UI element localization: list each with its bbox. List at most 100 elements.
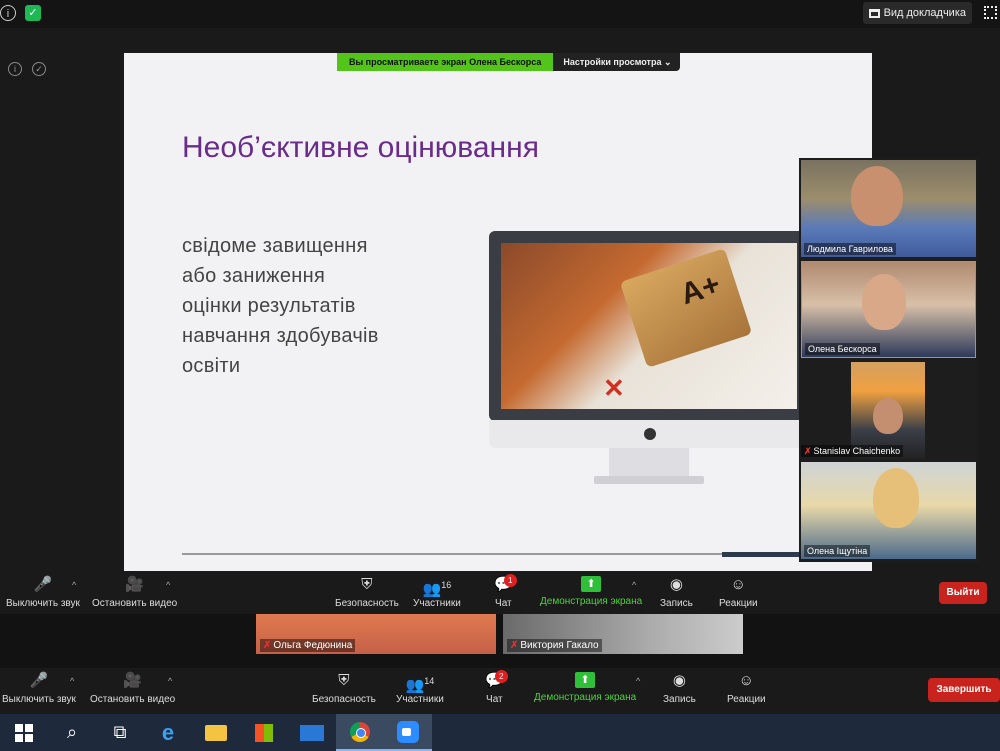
chat-label: Чат bbox=[486, 694, 503, 705]
reactions-label: Реакции bbox=[719, 598, 758, 609]
leave-button[interactable]: Выйти bbox=[939, 582, 987, 604]
end-meeting-button[interactable]: Завершить bbox=[928, 678, 1000, 702]
chat-button[interactable]: 💬 2 Чат bbox=[485, 670, 508, 705]
meeting-toolbar-upper: 🎤 Выключить звук ^ 🎥 Остановить видео ^ … bbox=[0, 572, 1000, 614]
audio-options-caret[interactable]: ^ bbox=[72, 580, 76, 590]
chrome-taskbar-button[interactable] bbox=[336, 714, 384, 751]
view-settings-button[interactable]: Настройки просмотра ⌄ bbox=[553, 53, 680, 71]
security-button[interactable]: ⛨ Безопасность bbox=[335, 576, 399, 609]
security-label: Безопасность bbox=[335, 598, 399, 609]
record-label: Запись bbox=[663, 694, 696, 705]
participant-face bbox=[873, 468, 919, 528]
mic-icon: 🎤 bbox=[33, 576, 53, 593]
chat-button[interactable]: 💬 1 Чат bbox=[494, 574, 517, 609]
mic-muted-icon: ✗ bbox=[510, 640, 519, 651]
chat-icon: 💬 2 bbox=[485, 670, 508, 690]
edge-browser-icon: e bbox=[161, 719, 175, 745]
stop-video-label: Остановить видео bbox=[92, 598, 178, 609]
mute-button[interactable]: 🎤 Выключить звук bbox=[6, 576, 80, 609]
record-button[interactable]: ◉ Запись bbox=[663, 672, 696, 705]
speaker-view-label: Вид докладчика bbox=[883, 7, 966, 19]
zoom-app-icon bbox=[397, 720, 419, 743]
participant-name: ✗ Ольга Федюнина bbox=[260, 639, 356, 652]
security-shield-icon[interactable]: ✓ bbox=[32, 62, 46, 76]
chat-unread-badge: 1 bbox=[503, 574, 517, 587]
slide-body: свідоме завищення або заниження оцінки р… bbox=[182, 231, 482, 381]
slide-body-line: освіти bbox=[182, 355, 241, 377]
meeting-info-icon[interactable]: i bbox=[8, 62, 22, 76]
chat-unread-badge: 2 bbox=[494, 670, 508, 683]
video-options-caret[interactable]: ^ bbox=[168, 676, 172, 686]
mail-taskbar-button[interactable] bbox=[288, 714, 336, 751]
share-screen-button[interactable]: ⬆ Демонстрация экрана bbox=[540, 576, 642, 607]
reactions-icon: ☺ bbox=[730, 576, 746, 593]
folder-icon bbox=[205, 724, 227, 741]
participants-icon: 👥16 bbox=[422, 580, 452, 598]
participant-thumbnail[interactable]: ✗ Виктория Гакало bbox=[503, 614, 743, 654]
participants-label: Участники bbox=[396, 694, 444, 705]
participant-face bbox=[862, 274, 906, 330]
video-options-caret[interactable]: ^ bbox=[166, 580, 170, 590]
slide-footer-line bbox=[182, 553, 722, 555]
participant-tile[interactable]: Олена Іщутіна bbox=[801, 462, 976, 559]
participant-thumbnail[interactable]: ✗ Ольга Федюнина bbox=[256, 614, 496, 654]
participant-name: ✗ Stanislav Chaichenko bbox=[801, 445, 904, 457]
participants-button[interactable]: 👥16 Участники bbox=[413, 576, 461, 609]
zoom-window: i ✓ Вид докладчика i ✓ Вы просматриваете… bbox=[0, 0, 1000, 751]
share-options-caret[interactable]: ^ bbox=[632, 580, 636, 590]
mic-icon: 🎤 bbox=[29, 672, 49, 689]
participants-icon: 👥14 bbox=[405, 676, 435, 694]
record-label: Запись bbox=[660, 598, 693, 609]
share-screen-icon: ⬆ bbox=[581, 576, 602, 592]
share-options-caret[interactable]: ^ bbox=[636, 676, 640, 686]
mic-muted-icon: ✗ bbox=[263, 640, 272, 651]
participants-button[interactable]: 👥14 Участники bbox=[396, 672, 444, 705]
participant-tile[interactable]: ✗ Stanislav Chaichenko bbox=[801, 362, 925, 459]
share-screen-button[interactable]: ⬆ Демонстрация экрана bbox=[534, 672, 636, 703]
store-taskbar-button[interactable] bbox=[240, 714, 288, 751]
shared-screen-slide: Необ’єктивне оцінювання свідоме завищенн… bbox=[124, 53, 872, 571]
share-screen-label: Демонстрация экрана bbox=[534, 692, 637, 703]
speaker-view-button[interactable]: Вид докладчика bbox=[862, 2, 972, 24]
info-icon[interactable]: i bbox=[0, 5, 16, 21]
mute-label: Выключить звук bbox=[2, 694, 76, 705]
share-screen-label: Демонстрация экрана bbox=[540, 596, 643, 607]
record-icon: ◉ bbox=[672, 672, 686, 689]
search-button[interactable]: ⌕ bbox=[48, 714, 96, 751]
edge-taskbar-button[interactable]: e bbox=[144, 714, 192, 751]
mail-icon bbox=[300, 724, 324, 741]
start-button[interactable] bbox=[0, 714, 48, 751]
record-button[interactable]: ◉ Запись bbox=[660, 576, 693, 609]
speaker-view-icon bbox=[868, 8, 880, 18]
audio-options-caret[interactable]: ^ bbox=[70, 676, 74, 686]
slide-body-line: свідоме завищення bbox=[182, 235, 368, 257]
security-shield-icon: ⛨ bbox=[361, 576, 373, 593]
search-icon: ⌕ bbox=[66, 722, 78, 742]
file-explorer-taskbar-button[interactable] bbox=[192, 714, 240, 751]
participant-tile[interactable]: Людмила Гаврилова bbox=[801, 160, 976, 257]
mute-label: Выключить звук bbox=[6, 598, 80, 609]
windows-logo-icon bbox=[15, 723, 33, 742]
task-view-icon: ⧉ bbox=[113, 722, 127, 742]
participant-tile-active-speaker[interactable]: Олена Бескорса bbox=[801, 261, 976, 358]
mute-button[interactable]: 🎤 Выключить звук bbox=[2, 672, 76, 705]
reactions-button[interactable]: ☺ Реакции bbox=[727, 672, 766, 705]
reactions-button[interactable]: ☺ Реакции bbox=[719, 576, 758, 609]
security-button[interactable]: ⛨ Безопасность bbox=[312, 672, 376, 705]
gallery-thumbnails: ✗ Ольга Федюнина ✗ Виктория Гакало bbox=[0, 614, 1000, 668]
slide-title: Необ’єктивне оцінювання bbox=[182, 131, 539, 164]
zoom-taskbar-button[interactable] bbox=[384, 714, 432, 751]
monitor-illustration: A+ ✕ bbox=[489, 231, 809, 421]
participant-name: Олена Бескорса bbox=[805, 343, 880, 355]
stop-video-button[interactable]: 🎥 Остановить видео bbox=[92, 576, 177, 609]
task-view-button[interactable]: ⧉ bbox=[96, 714, 144, 751]
windows-taskbar: ⌕ ⧉ e bbox=[0, 714, 1000, 751]
participant-video-panel: Людмила Гаврилова Олена Бескорса ✗ Stanis… bbox=[799, 158, 978, 562]
stop-video-button[interactable]: 🎥 Остановить видео bbox=[90, 672, 175, 705]
record-icon: ◉ bbox=[669, 576, 683, 593]
video-camera-icon: 🎥 bbox=[125, 576, 144, 593]
top-bar: i ✓ Вид докладчика bbox=[0, 0, 1000, 28]
encryption-shield-icon[interactable]: ✓ bbox=[25, 5, 41, 21]
fullscreen-icon[interactable] bbox=[984, 6, 997, 19]
stop-video-label: Остановить видео bbox=[90, 694, 176, 705]
